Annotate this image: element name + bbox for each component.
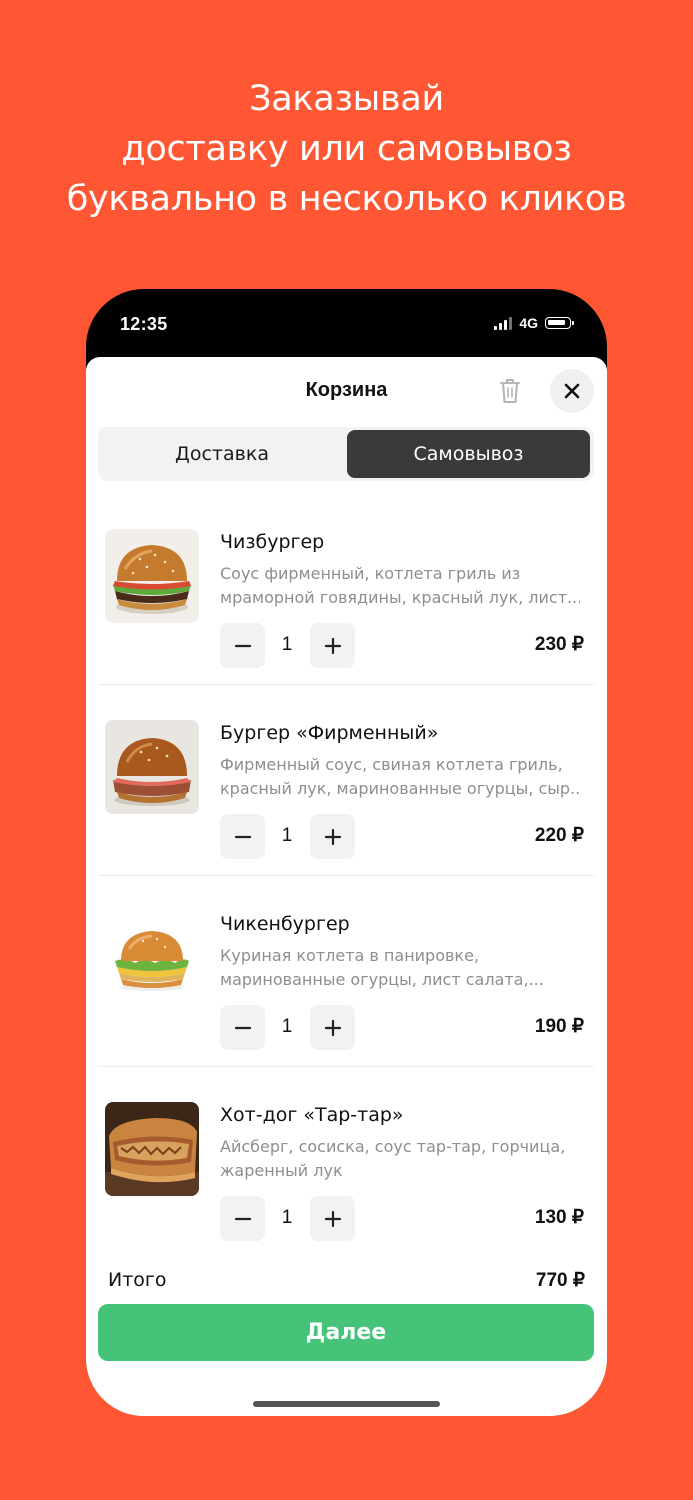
decrease-quantity-button[interactable] xyxy=(220,1005,265,1050)
total-value: 770 ₽ xyxy=(535,1270,585,1291)
promo-line-2: доставку или самовывоз xyxy=(121,129,572,169)
decrease-quantity-button[interactable] xyxy=(220,814,265,859)
item-description-line: красный лук, маринованные огурцы, сыр... xyxy=(220,779,580,798)
increase-quantity-button[interactable] xyxy=(310,814,355,859)
status-bar: 12:35 4G xyxy=(86,289,607,357)
chickenburger-image xyxy=(105,911,199,1005)
item-description-line: маринованные огурцы, лист салата,... xyxy=(220,970,544,989)
item-quantity: 1 xyxy=(281,634,293,655)
plus-icon xyxy=(324,637,341,654)
item-description-line: Соус фирменный, котлета гриль из xyxy=(220,564,521,583)
delivery-mode-switch: Доставка Самовывоз xyxy=(98,427,594,481)
status-time: 12:35 xyxy=(120,314,168,334)
cart-item-cheeseburger: Чизбургер Соус фирменный, котлета гриль … xyxy=(98,494,594,685)
item-description-line: жаренный лук xyxy=(220,1161,343,1180)
item-price: 130 ₽ xyxy=(534,1207,584,1228)
close-icon xyxy=(564,383,580,399)
item-name: Чикенбургер xyxy=(220,913,350,935)
item-price: 190 ₽ xyxy=(534,1016,584,1037)
item-price: 230 ₽ xyxy=(534,634,584,655)
minus-icon xyxy=(234,1026,251,1029)
cart-item-signature-burger: Бургер «Фирменный» Фирменный соус, свина… xyxy=(98,685,594,876)
cart-item-hotdog: Хот-дог «Тар-тар» Айсберг, сосиска, соус… xyxy=(98,1067,594,1258)
tab-delivery[interactable]: Доставка xyxy=(101,430,343,478)
minus-icon xyxy=(234,835,251,838)
item-name: Бургер «Фирменный» xyxy=(220,722,439,744)
plus-icon xyxy=(324,1210,341,1227)
promo-line-1: Заказывай xyxy=(249,79,444,119)
close-button[interactable] xyxy=(550,369,594,413)
cart-sheet: Корзина Доставка Самовывоз Чизбургер Соу… xyxy=(86,357,607,1416)
trash-icon[interactable] xyxy=(496,375,524,407)
home-indicator[interactable] xyxy=(253,1401,440,1407)
total-label: Итого xyxy=(108,1269,167,1291)
minus-icon xyxy=(234,644,251,647)
item-description-line: Фирменный соус, свиная котлета гриль, xyxy=(220,755,563,774)
item-price: 220 ₽ xyxy=(534,825,584,846)
increase-quantity-button[interactable] xyxy=(310,1196,355,1241)
phone-frame: 12:35 4G Корзина Доставка Самовывоз Чизб… xyxy=(86,289,607,1416)
decrease-quantity-button[interactable] xyxy=(220,1196,265,1241)
decrease-quantity-button[interactable] xyxy=(220,623,265,668)
promo-headline: Заказывай доставку или самовывоз букваль… xyxy=(0,74,693,224)
cart-footer: Итого 770 ₽ Далее xyxy=(86,1257,607,1416)
tab-pickup[interactable]: Самовывоз xyxy=(347,430,590,478)
item-description-line: мраморной говядины, красный лук, лист... xyxy=(220,588,580,607)
increase-quantity-button[interactable] xyxy=(310,623,355,668)
cheeseburger-image xyxy=(105,529,199,623)
plus-icon xyxy=(324,1019,341,1036)
item-description: Айсберг, сосиска, соус тар-тар, горчица,… xyxy=(220,1135,580,1183)
increase-quantity-button[interactable] xyxy=(310,1005,355,1050)
item-quantity: 1 xyxy=(281,825,293,846)
item-name: Хот-дог «Тар-тар» xyxy=(220,1104,404,1126)
plus-icon xyxy=(324,828,341,845)
status-indicators: 4G xyxy=(494,315,574,331)
battery-icon xyxy=(545,317,574,329)
item-description: Соус фирменный, котлета гриль из мраморн… xyxy=(220,562,580,610)
item-name: Чизбургер xyxy=(220,531,325,553)
signal-icon xyxy=(494,316,513,330)
item-description-line: Айсберг, сосиска, соус тар-тар, горчица, xyxy=(220,1137,566,1156)
promo-line-3: буквально в несколько кликов xyxy=(66,179,627,219)
network-type: 4G xyxy=(519,315,538,331)
item-quantity: 1 xyxy=(281,1016,293,1037)
minus-icon xyxy=(234,1217,251,1220)
item-description: Фирменный соус, свиная котлета гриль, кр… xyxy=(220,753,580,801)
cart-title: Корзина xyxy=(305,379,388,401)
cart-item-chickenburger: Чикенбургер Куриная котлета в панировке,… xyxy=(98,876,594,1067)
item-quantity: 1 xyxy=(281,1207,293,1228)
hotdog-image xyxy=(105,1102,199,1196)
next-button[interactable]: Далее xyxy=(98,1304,594,1361)
item-description-line: Куриная котлета в панировке, xyxy=(220,946,480,965)
signature-burger-image xyxy=(105,720,199,814)
item-description: Куриная котлета в панировке, маринованны… xyxy=(220,944,580,992)
